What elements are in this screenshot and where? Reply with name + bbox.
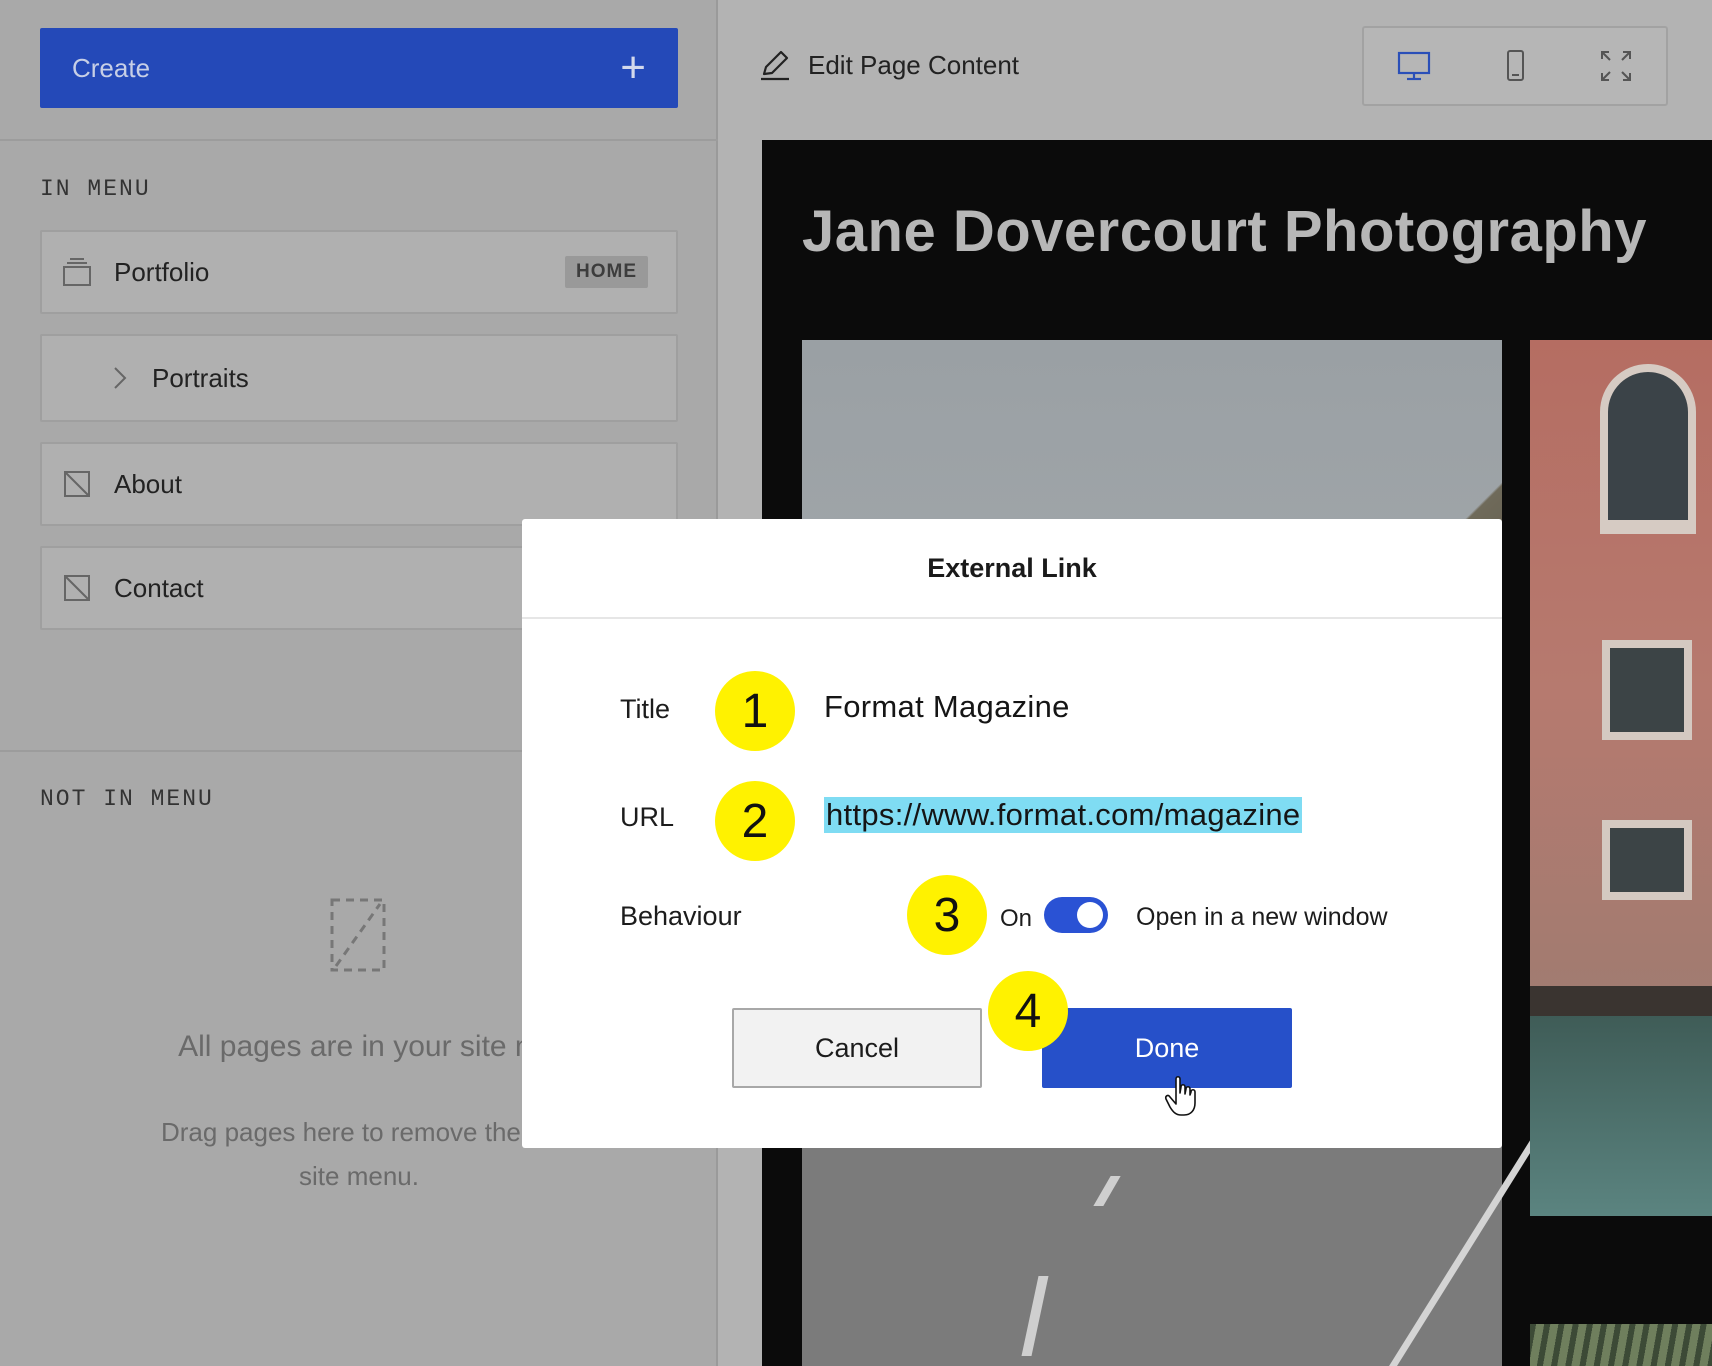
road-marking xyxy=(1021,1276,1049,1356)
desktop-icon[interactable] xyxy=(1396,48,1432,84)
sidebar-item-portfolio[interactable]: Portfolio HOME xyxy=(40,230,678,314)
page-icon xyxy=(64,575,90,601)
window xyxy=(1602,640,1692,740)
url-label: URL xyxy=(620,802,675,832)
sidebar-item-about[interactable]: About xyxy=(40,442,678,526)
gallery-icon xyxy=(63,258,91,286)
title-label: Title xyxy=(620,694,671,724)
window xyxy=(1602,820,1692,900)
external-link-modal: External Link Title Format Magazine URL … xyxy=(522,519,1502,1148)
modal-title: External Link xyxy=(522,519,1502,619)
building-photo xyxy=(1530,340,1712,1216)
sidebar-item-portraits[interactable]: Portraits xyxy=(40,334,678,422)
edit-page-content-label: Edit Page Content xyxy=(808,49,1020,80)
create-button[interactable]: Create + xyxy=(40,28,678,108)
sidebar-item-label: Portraits xyxy=(152,362,249,393)
cancel-button[interactable]: Cancel xyxy=(732,1008,982,1088)
divider xyxy=(0,139,718,141)
url-input[interactable]: https://www.format.com/magazine xyxy=(824,797,1303,833)
toggle-knob xyxy=(1077,902,1103,928)
step-marker-3: 3 xyxy=(907,875,987,955)
page-icon xyxy=(64,471,90,497)
sidebar-item-label: About xyxy=(114,468,182,499)
hand-cursor-icon xyxy=(1165,1075,1196,1116)
step-marker-2: 2 xyxy=(715,781,795,861)
view-toggle xyxy=(1362,26,1668,106)
pencil-icon xyxy=(761,50,789,81)
fullscreen-icon[interactable] xyxy=(1598,48,1634,84)
empty-state-line: site menu. xyxy=(299,1161,419,1191)
arched-window xyxy=(1600,364,1696,534)
title-input[interactable]: Format Magazine xyxy=(824,689,1070,725)
toggle-state: On xyxy=(1000,905,1033,932)
empty-page-icon xyxy=(330,898,386,972)
step-marker-4: 4 xyxy=(988,971,1068,1051)
in-menu-label: IN MENU xyxy=(40,176,151,202)
not-in-menu-label: NOT IN MENU xyxy=(40,786,214,812)
plus-icon: + xyxy=(620,43,646,92)
road-marking xyxy=(1093,1176,1121,1206)
step-marker-1: 1 xyxy=(715,671,795,751)
water-shape xyxy=(1530,1016,1712,1216)
mobile-icon[interactable] xyxy=(1497,48,1533,84)
plant-photo xyxy=(1530,1324,1712,1366)
dock-shape xyxy=(1530,986,1712,1016)
create-button-label: Create xyxy=(72,52,151,83)
new-window-toggle[interactable] xyxy=(1044,897,1108,933)
behaviour-label: Behaviour xyxy=(620,901,742,931)
chevron-right-icon[interactable] xyxy=(110,365,130,391)
road-shape xyxy=(802,1126,1547,1366)
sidebar-item-label: Portfolio xyxy=(114,256,210,287)
edit-page-content-button[interactable]: Edit Page Content xyxy=(758,48,1019,82)
new-window-label: Open in a new window xyxy=(1136,903,1388,931)
home-badge: HOME xyxy=(565,256,648,288)
road-edge xyxy=(1389,1126,1547,1366)
site-title: Jane Dovercourt Photography xyxy=(802,199,1647,264)
